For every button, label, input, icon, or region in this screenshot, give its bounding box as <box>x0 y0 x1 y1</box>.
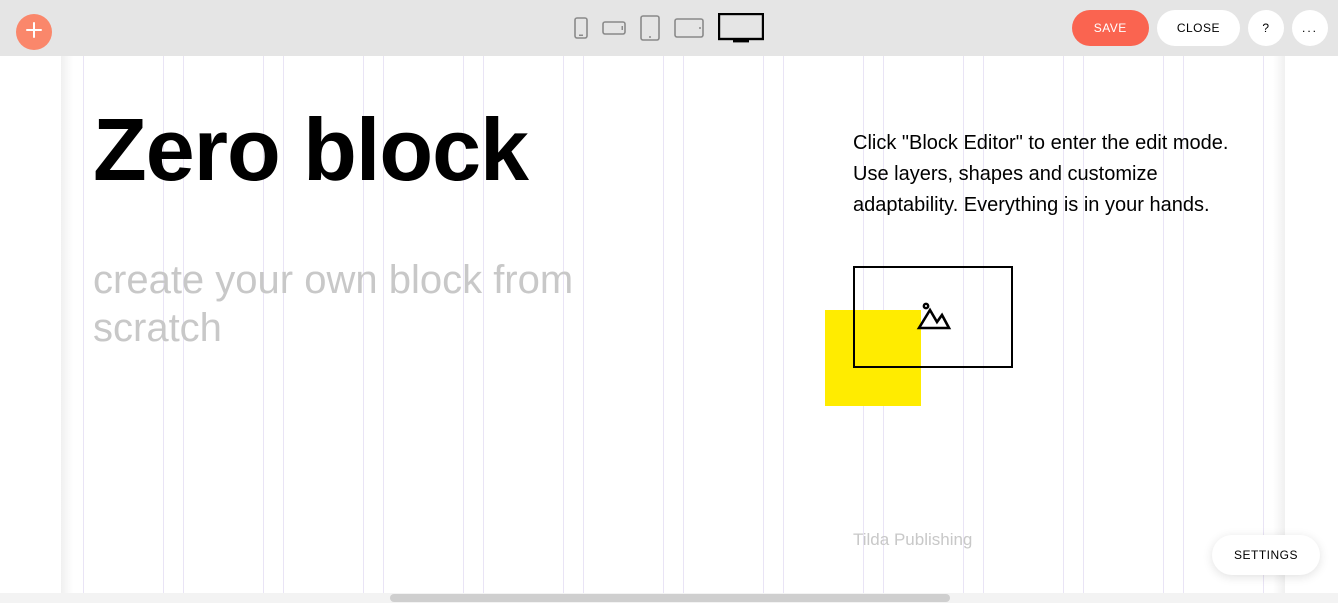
canvas-shadow-left <box>61 56 73 603</box>
device-phone-landscape-icon[interactable] <box>602 21 626 35</box>
scrollbar-thumb[interactable] <box>390 594 950 602</box>
image-icon <box>913 295 953 340</box>
save-button[interactable]: SAVE <box>1072 10 1149 46</box>
description-text[interactable]: Click "Block Editor" to enter the edit m… <box>853 128 1253 221</box>
close-button[interactable]: CLOSE <box>1157 10 1240 46</box>
device-switcher <box>574 0 764 56</box>
settings-button[interactable]: SETTINGS <box>1212 535 1320 575</box>
device-tablet-landscape-icon[interactable] <box>674 18 704 38</box>
toolbar-right-group: SAVE CLOSE ? ... <box>1072 10 1328 46</box>
credit-text[interactable]: Tilda Publishing <box>853 530 972 550</box>
device-desktop-icon[interactable] <box>718 13 764 43</box>
image-placeholder[interactable] <box>853 266 1013 368</box>
canvas-viewport: Zero block create your own block from sc… <box>0 56 1338 603</box>
plus-icon <box>26 22 42 43</box>
top-toolbar: SAVE CLOSE ? ... <box>0 0 1338 56</box>
device-tablet-portrait-icon[interactable] <box>640 15 660 41</box>
design-canvas[interactable]: Zero block create your own block from sc… <box>73 56 1273 603</box>
horizontal-scrollbar[interactable] <box>0 593 1338 603</box>
canvas-shadow-right <box>1273 56 1285 603</box>
help-button[interactable]: ? <box>1248 10 1284 46</box>
heading-text[interactable]: Zero block <box>93 106 528 194</box>
add-block-button[interactable] <box>16 14 52 50</box>
more-button[interactable]: ... <box>1292 10 1328 46</box>
device-phone-portrait-icon[interactable] <box>574 17 588 39</box>
subheading-text[interactable]: create your own block from scratch <box>93 256 593 352</box>
